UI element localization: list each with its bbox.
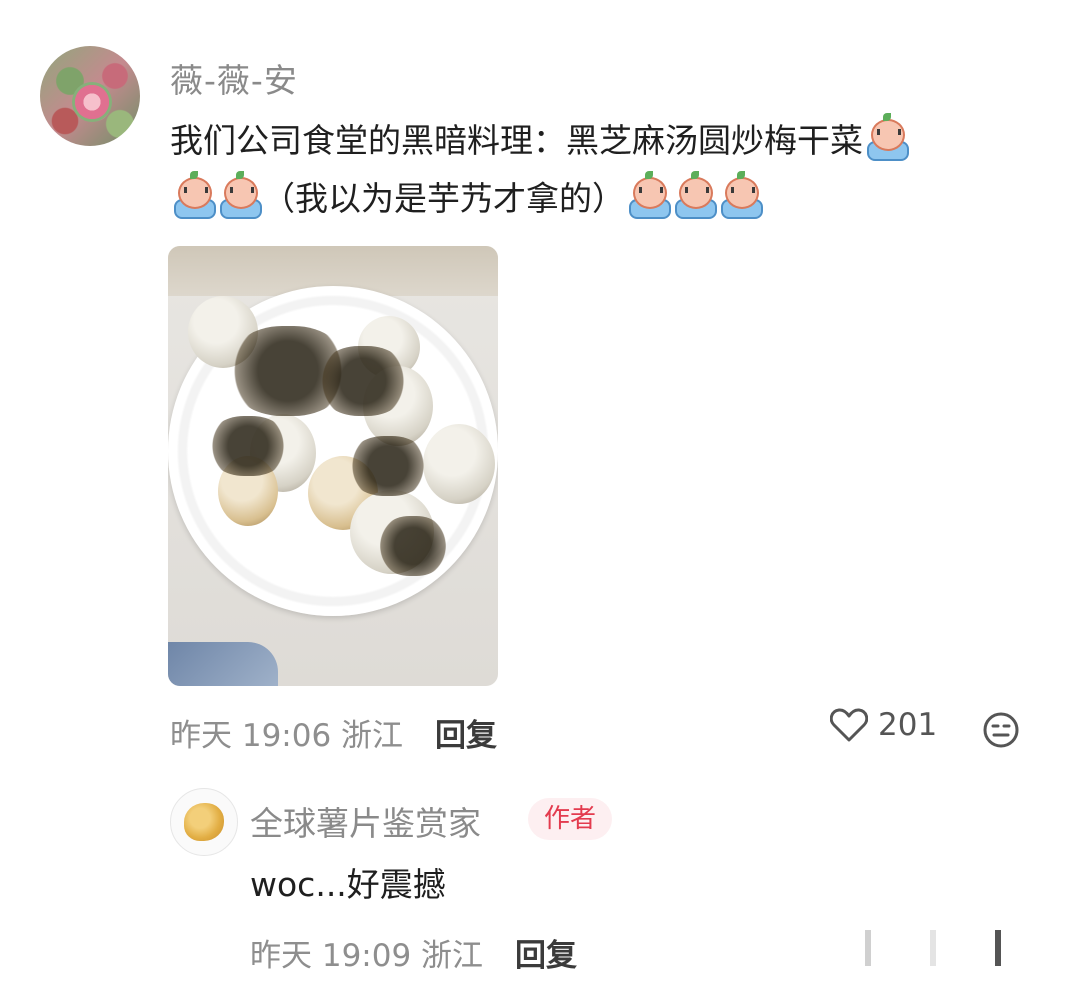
rice-ball — [423, 424, 495, 504]
scroll-indicator-bar — [930, 930, 936, 966]
crying-face-emoji-icon — [627, 171, 671, 219]
crying-face-emoji-icon — [865, 113, 909, 161]
food-photo[interactable] — [168, 246, 498, 686]
crying-face-emoji-icon — [218, 171, 262, 219]
tray-corner — [168, 642, 278, 686]
comment-text-line-1: 我们公司食堂的黑暗料理：黑芝麻汤圆炒梅干菜 — [170, 113, 909, 162]
preserved-vegetable — [318, 346, 408, 416]
heart-icon — [830, 708, 868, 742]
comment-text-line-2: （我以为是芋艿才拿的） — [170, 171, 763, 220]
like-count: 201 — [878, 707, 938, 743]
neutral-face-icon[interactable] — [983, 712, 1019, 748]
user-avatar[interactable] — [40, 46, 140, 146]
comment-text-continued: （我以为是芋艿才拿的） — [262, 179, 625, 218]
comment-text: 我们公司食堂的黑暗料理：黑芝麻汤圆炒梅干菜 — [170, 121, 863, 160]
preserved-vegetable — [378, 516, 448, 576]
scroll-indicator-bar — [995, 930, 1001, 966]
preserved-vegetable — [208, 416, 288, 476]
reply-text: woc...好震撼 — [250, 865, 446, 904]
potato-chip-avatar-image — [184, 803, 224, 841]
comment-timestamp-location: 昨天 19:06 浙江 — [170, 718, 404, 754]
reply-username[interactable]: 全球薯片鉴赏家 — [250, 797, 481, 845]
preserved-vegetable — [348, 436, 428, 496]
author-badge: 作者 — [528, 798, 613, 840]
reply-timestamp-location: 昨天 19:09 浙江 — [250, 938, 484, 974]
comment-username[interactable]: 薇-薇-安 — [170, 54, 298, 102]
scroll-indicator-bar — [865, 930, 871, 966]
crying-face-emoji-icon — [172, 171, 216, 219]
crying-face-emoji-icon — [719, 171, 763, 219]
like-button[interactable]: 201 — [830, 707, 937, 743]
reply-user-avatar[interactable] — [170, 788, 238, 856]
reply-button[interactable]: 回复 — [435, 710, 497, 755]
reply-to-reply-button[interactable]: 回复 — [515, 930, 577, 975]
succulent-avatar-image — [72, 82, 112, 122]
crying-face-emoji-icon — [673, 171, 717, 219]
